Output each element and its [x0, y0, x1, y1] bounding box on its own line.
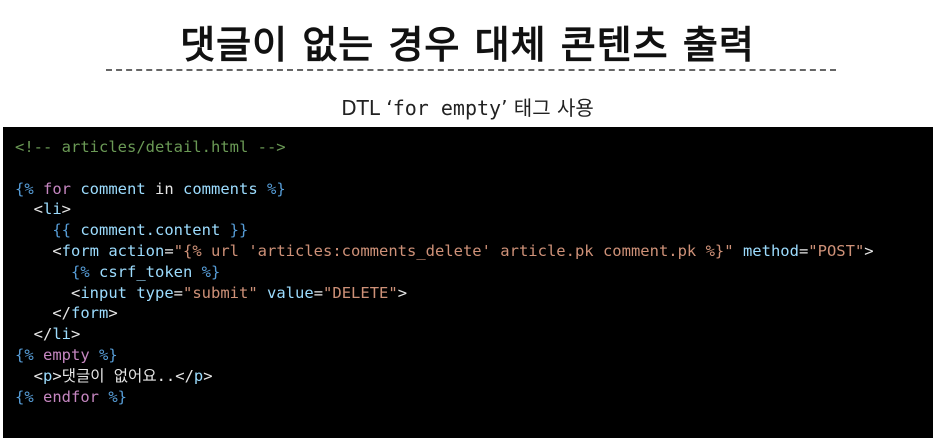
subtitle-code: for empty: [392, 96, 502, 120]
code-token: {%: [15, 262, 99, 281]
code-token: <: [15, 366, 43, 385]
code-token: p: [193, 366, 204, 385]
code-token: li: [43, 200, 62, 219]
code-line: {{ comment.content }}: [15, 220, 933, 241]
code-token: type: [136, 283, 174, 302]
code-token: >: [397, 283, 408, 302]
code-token: =: [313, 283, 324, 302]
code-token: >: [71, 325, 81, 344]
code-token: <: [15, 200, 43, 219]
code-token: for: [43, 179, 71, 198]
code-token: >: [61, 200, 72, 219]
code-token: >: [203, 366, 213, 385]
code-token: comment: [71, 179, 155, 198]
code-token: %}: [99, 387, 127, 406]
code-line: </form>: [15, 303, 933, 324]
code-token: p: [43, 366, 53, 385]
page-title: 댓글이 없는 경우 대체 콘텐츠 출력: [180, 23, 755, 67]
subtitle-suffix: ’ 태그 사용: [501, 96, 594, 120]
code-token: "{% url 'articles:comments_delete' artic…: [173, 241, 734, 260]
code-token: li: [52, 325, 71, 344]
code-token: input: [80, 283, 127, 302]
code-token: 댓글이 없어요..: [61, 366, 176, 385]
code-token: {%: [15, 387, 43, 406]
code-token: value: [267, 283, 314, 302]
code-token: comments: [173, 179, 267, 198]
code-line: {% empty %}: [15, 345, 933, 366]
code-token: =: [173, 283, 184, 302]
code-token: </: [15, 325, 53, 344]
dashed-divider: [106, 69, 836, 71]
code-token: form: [71, 304, 109, 323]
code-line: {% csrf_token %}: [15, 262, 933, 283]
code-token: empty: [43, 345, 90, 364]
code-line: <!-- articles/detail.html -->: [15, 137, 933, 158]
code-token: method: [742, 241, 799, 260]
code-token: >: [52, 366, 62, 385]
code-token: form: [61, 241, 99, 260]
code-line: {% endfor %}: [15, 387, 933, 408]
code-token: "POST": [808, 241, 865, 260]
code-token: %}: [192, 262, 221, 281]
code-token: action: [108, 241, 165, 260]
code-token: {%: [15, 179, 43, 198]
code-block: <!-- articles/detail.html --> {% for com…: [3, 127, 933, 438]
code-token: >: [108, 304, 118, 323]
code-token: %}: [89, 345, 118, 364]
code-token: </: [175, 366, 194, 385]
code-token: =: [164, 241, 174, 260]
code-token: <: [15, 241, 62, 260]
code-line: </li>: [15, 324, 933, 345]
code-token: {{: [15, 221, 81, 240]
code-line: <form action="{% url 'articles:comments_…: [15, 241, 933, 262]
code-token: =: [798, 241, 809, 260]
code-token: >: [864, 241, 874, 260]
code-line: <input type="submit" value="DELETE">: [15, 283, 933, 304]
code-token: "DELETE": [323, 283, 398, 302]
code-token: <: [15, 283, 81, 302]
code-token: {%: [15, 345, 43, 364]
code-token: <!-- articles/detail.html -->: [15, 138, 286, 156]
code-line: {% for comment in comments %}: [15, 179, 933, 200]
code-token: %}: [267, 179, 286, 198]
code-line: <p>댓글이 없어요..</p>: [15, 366, 933, 387]
code-token: "submit": [183, 283, 258, 302]
code-token: endfor: [43, 387, 99, 406]
code-token: </: [15, 304, 71, 323]
code-token: csrf_token: [99, 262, 193, 281]
code-token: comment.content: [80, 221, 221, 240]
subtitle-prefix: DTL ‘: [341, 96, 393, 120]
code-token: }}: [220, 221, 249, 240]
code-line: <li>: [15, 199, 933, 220]
subtitle: DTL ‘for empty’ 태그 사용: [0, 92, 935, 121]
code-token: in: [155, 179, 174, 198]
